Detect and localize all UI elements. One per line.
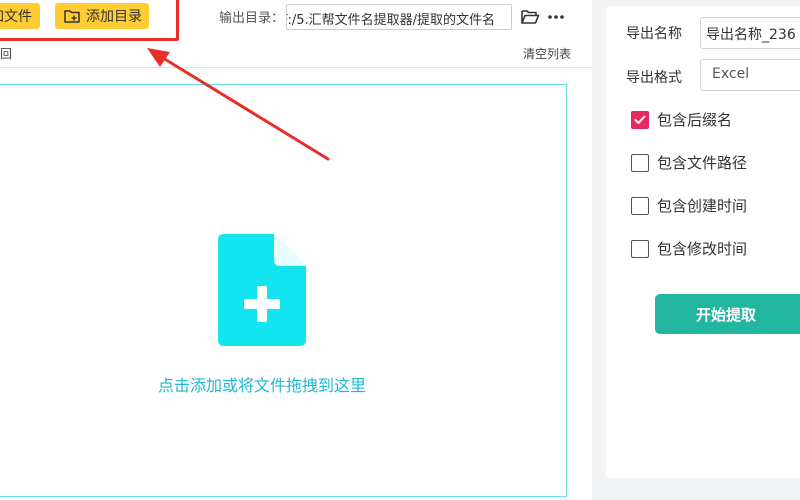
checkbox-include-extension[interactable] xyxy=(631,110,649,129)
drop-zone[interactable]: 点击添加或将文件拖拽到这里 xyxy=(0,84,567,497)
back-label: 回 xyxy=(0,47,13,61)
add-directory-label: 添加目录 xyxy=(86,9,142,25)
output-directory-label: 输出目录： xyxy=(219,11,285,26)
checkbox-include-path[interactable] xyxy=(631,153,649,172)
export-format-label: 导出格式 xyxy=(626,70,682,86)
more-icon[interactable] xyxy=(546,8,566,26)
option-include-path[interactable]: 包含文件路径 xyxy=(631,152,747,173)
option-label: 包含创建时间 xyxy=(657,197,748,215)
option-label: 包含后缀名 xyxy=(657,111,733,129)
option-include-extension[interactable]: 包含后缀名 xyxy=(631,109,732,130)
option-include-created-time[interactable]: 包含创建时间 xyxy=(631,195,747,216)
folder-open-icon[interactable] xyxy=(520,8,540,26)
checkbox-include-modified-time[interactable] xyxy=(631,239,649,258)
start-extract-button[interactable]: 开始提取 xyxy=(655,294,800,334)
start-extract-label: 开始提取 xyxy=(695,305,756,324)
export-format-select[interactable]: Excel xyxy=(700,59,800,91)
check-icon xyxy=(634,115,646,124)
add-file-label: 加文件 xyxy=(0,9,32,25)
output-directory-field[interactable]: F:/5.汇帮文件名提取器/提取的文件名 xyxy=(286,4,512,30)
list-header: 回 清空列表 xyxy=(0,40,592,68)
folder-plus-icon xyxy=(64,9,80,23)
add-directory-button[interactable]: 添加目录 xyxy=(55,3,149,29)
checkbox-include-created-time[interactable] xyxy=(631,196,649,215)
output-directory-value: F:/5.汇帮文件名提取器/提取的文件名 xyxy=(286,13,496,28)
export-name-label: 导出名称 xyxy=(626,26,682,42)
option-label: 包含文件路径 xyxy=(657,154,748,172)
file-plus-icon xyxy=(218,234,306,346)
option-label: 包含修改时间 xyxy=(657,240,748,258)
export-name-value: 导出名称_236 xyxy=(706,27,796,43)
settings-panel: 导出名称 导出名称_236 导出格式 Excel 包含后缀名 包含文件路径 包含… xyxy=(606,6,800,478)
drop-zone-hint: 点击添加或将文件拖拽到这里 xyxy=(157,376,366,395)
option-include-modified-time[interactable]: 包含修改时间 xyxy=(631,238,747,259)
file-list-pane: 加文件 添加目录 输出目录： F:/5.汇帮文件名提取器/提取的文件名 回 清空… xyxy=(0,0,592,500)
add-file-button[interactable]: 加文件 xyxy=(0,3,40,29)
export-format-value: Excel xyxy=(712,66,750,82)
clear-list-button[interactable]: 清空列表 xyxy=(523,45,571,62)
toolbar: 加文件 添加目录 输出目录： F:/5.汇帮文件名提取器/提取的文件名 xyxy=(0,0,592,38)
export-name-input[interactable]: 导出名称_236 xyxy=(700,17,800,49)
